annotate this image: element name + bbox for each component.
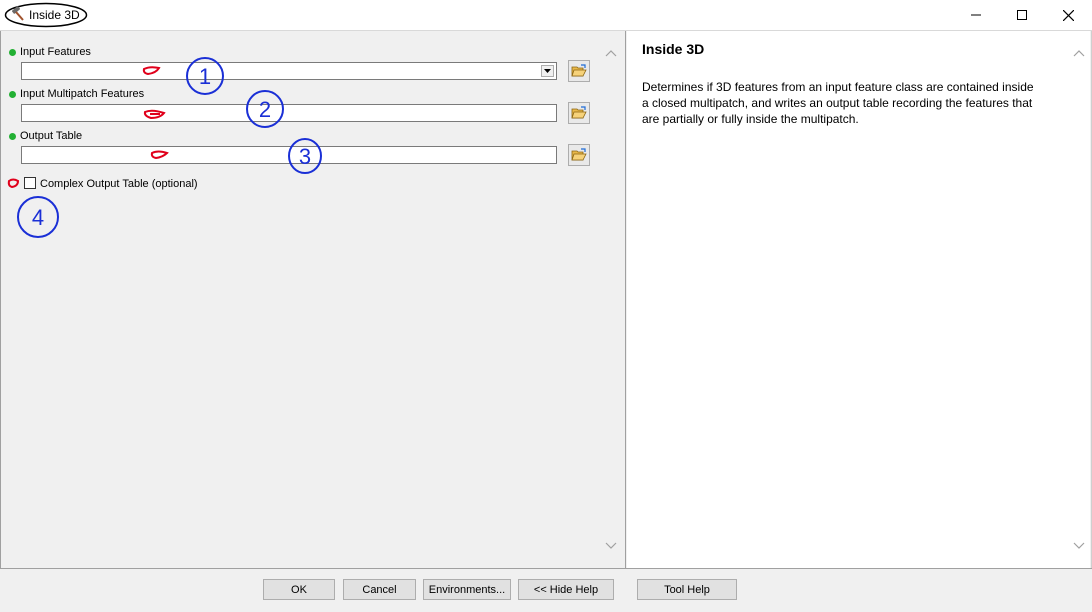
dropdown-arrow-button[interactable] [541, 65, 554, 77]
tool-help-button[interactable]: Tool Help [637, 579, 737, 600]
input-features-browse-button[interactable] [568, 60, 590, 82]
required-indicator-icon [9, 91, 16, 98]
input-multipatch-label: Input Multipatch Features [20, 88, 145, 100]
help-description: Determines if 3D features from an input … [642, 80, 1034, 126]
required-indicator-icon [9, 133, 16, 140]
chevron-down-icon [544, 69, 551, 73]
window-title: Inside 3D [29, 8, 80, 22]
minimize-button[interactable] [953, 0, 999, 30]
input-multipatch-browse-button[interactable] [568, 102, 590, 124]
pane-border-bottom [0, 568, 1092, 569]
input-features-label: Input Features [20, 46, 91, 58]
input-features-combobox[interactable] [21, 62, 557, 80]
environments-button[interactable]: Environments... [423, 579, 511, 600]
open-folder-icon [571, 106, 587, 119]
cancel-button[interactable]: Cancel [343, 579, 416, 600]
scroll-up-icon[interactable] [605, 49, 617, 57]
help-scroll-up-icon[interactable] [1073, 49, 1085, 57]
title-bar: Inside 3D [0, 0, 1092, 30]
minimize-icon [971, 14, 981, 16]
input-multipatch-field[interactable] [21, 104, 557, 122]
complex-output-checkbox[interactable] [24, 177, 36, 189]
output-table-field[interactable] [21, 146, 557, 164]
scroll-down-icon[interactable] [605, 542, 617, 550]
output-table-label: Output Table [20, 130, 83, 142]
maximize-icon [1017, 10, 1027, 20]
open-folder-icon [571, 64, 587, 77]
open-folder-icon [571, 148, 587, 161]
pane-border-split [625, 31, 626, 568]
complex-output-label: Complex Output Table (optional) [40, 178, 198, 190]
hide-help-button[interactable]: << Hide Help [518, 579, 614, 600]
ok-button[interactable]: OK [263, 579, 335, 600]
help-scroll-down-icon[interactable] [1073, 542, 1085, 550]
help-title: Inside 3D [642, 41, 705, 57]
output-table-browse-button[interactable] [568, 144, 590, 166]
close-icon [1062, 9, 1074, 21]
pane-border-left [0, 31, 1, 568]
maximize-button[interactable] [999, 0, 1045, 30]
required-indicator-icon [9, 49, 16, 56]
close-button[interactable] [1045, 0, 1091, 30]
hammer-icon [12, 6, 24, 21]
